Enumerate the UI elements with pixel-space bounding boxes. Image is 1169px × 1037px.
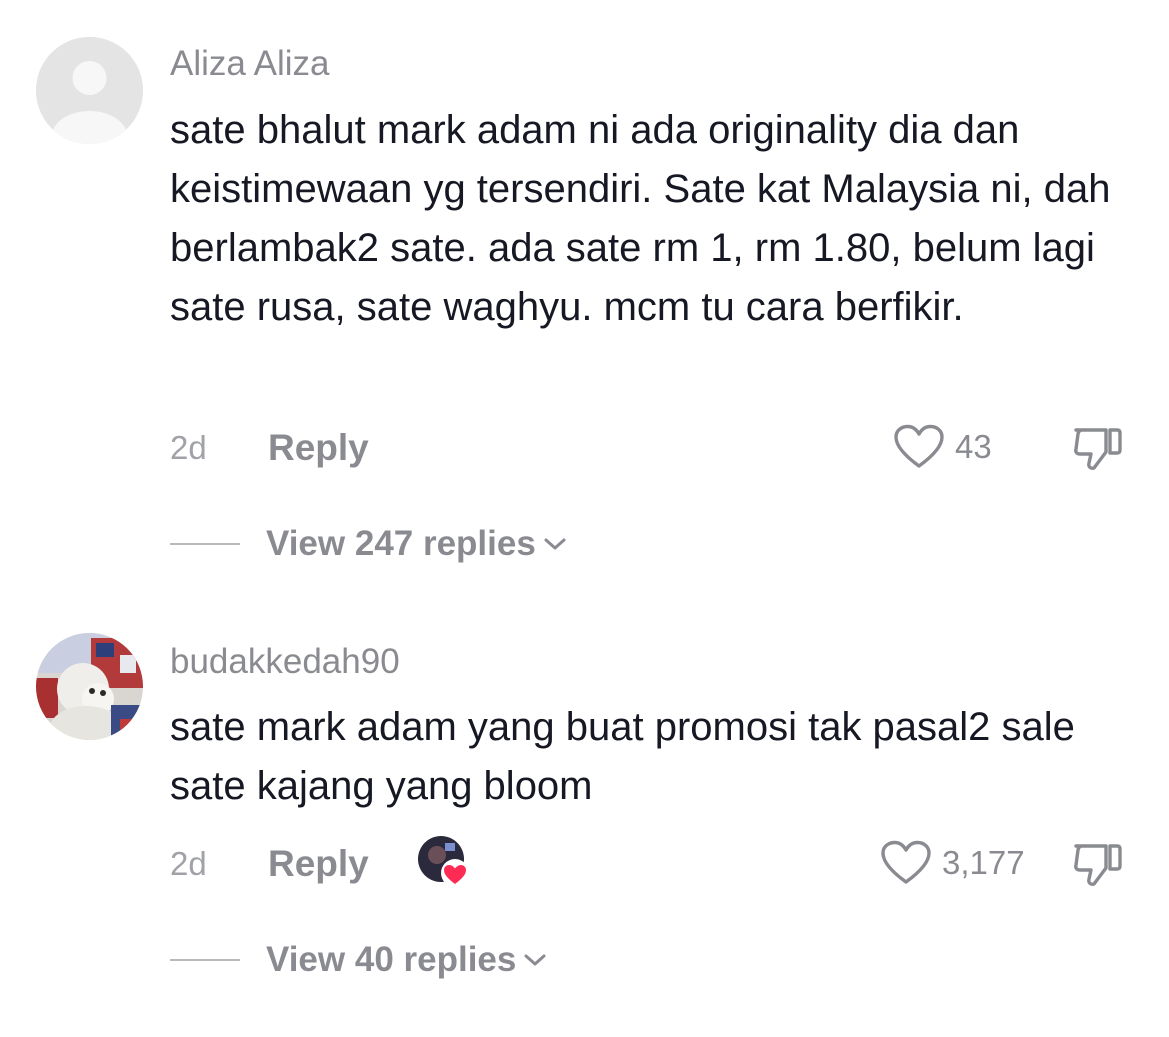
default-avatar[interactable] <box>36 37 143 144</box>
thumbs-down-icon <box>1074 428 1122 470</box>
creator-liked-icon <box>418 836 469 887</box>
comment-time: 2d <box>170 429 207 466</box>
thumbs-down-icon <box>1074 844 1122 886</box>
comment-item: budakkedah90 sate mark adam yang buat pr… <box>0 600 1169 1037</box>
chevron-down-icon <box>524 954 546 966</box>
comment-username[interactable]: budakkedah90 <box>170 642 400 682</box>
heart-icon <box>881 840 931 884</box>
dislike-button[interactable] <box>1072 840 1124 893</box>
default-user-icon <box>36 37 143 144</box>
view-replies-label: View 40 replies <box>266 940 517 979</box>
divider-line <box>170 959 240 961</box>
reply-button[interactable]: Reply <box>268 844 369 884</box>
like-button[interactable]: 43 <box>893 424 992 470</box>
comment-item: Aliza Aliza sate bhalut mark adam ni ada… <box>0 0 1169 600</box>
divider-line <box>170 543 240 545</box>
view-replies-label: View 247 replies <box>266 524 536 563</box>
view-replies-button[interactable]: View 40 replies <box>170 940 548 980</box>
like-button[interactable]: 3,177 <box>880 840 1025 886</box>
comment-text: sate bhalut mark adam ni ada originality… <box>170 108 1111 329</box>
user-photo-avatar-image <box>36 633 143 740</box>
user-photo-avatar[interactable] <box>36 633 143 740</box>
comment-time: 2d <box>170 845 207 882</box>
comment-text: sate mark adam yang buat promosi tak pas… <box>170 705 1075 808</box>
creator-liked-badge <box>417 835 473 891</box>
chevron-down-icon <box>544 538 566 550</box>
view-replies-button[interactable]: View 247 replies <box>170 524 568 564</box>
dislike-button[interactable] <box>1072 424 1124 477</box>
comment-username[interactable]: Aliza Aliza <box>170 44 330 84</box>
reply-button[interactable]: Reply <box>268 428 369 468</box>
heart-icon <box>894 424 944 468</box>
like-count: 3,177 <box>942 844 1025 881</box>
like-count: 43 <box>955 428 992 465</box>
